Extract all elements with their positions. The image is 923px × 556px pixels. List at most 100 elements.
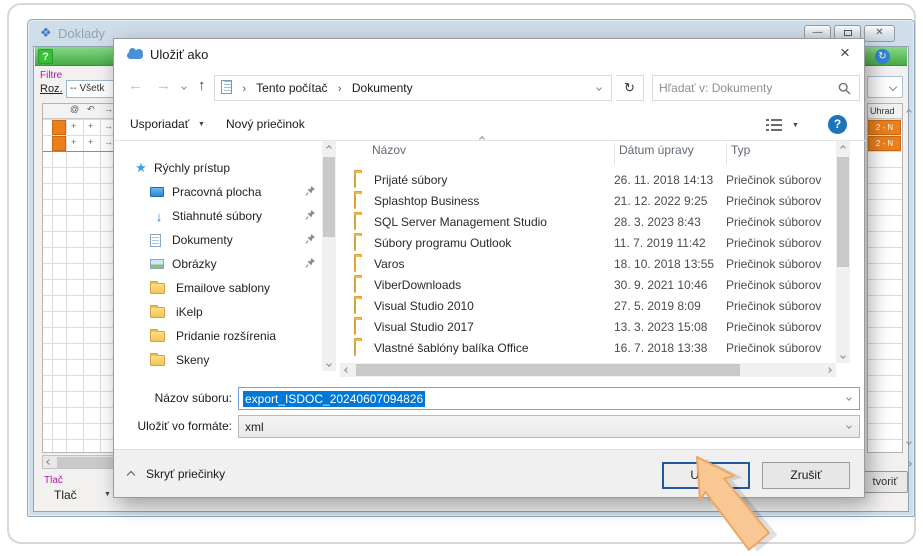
folder-icon bbox=[354, 214, 356, 230]
back-button[interactable]: ← bbox=[128, 77, 143, 94]
folder-icon bbox=[354, 235, 356, 251]
cancel-button[interactable]: Zrušiť bbox=[762, 462, 850, 489]
sidebar-item-label: iKelp bbox=[176, 305, 203, 319]
scroll-thumb[interactable] bbox=[356, 364, 740, 376]
scroll-thumb[interactable] bbox=[323, 157, 335, 237]
filename-input[interactable]: export_ISDOC_20240607094826 bbox=[238, 387, 860, 410]
file-row[interactable]: Visual Studio 2010 27. 5. 2019 8:09 Prie… bbox=[340, 295, 836, 316]
sidebar-item[interactable]: Pridanie rozšírenia bbox=[124, 325, 320, 347]
sidebar-item[interactable]: Skeny bbox=[124, 349, 320, 371]
print-group-label: Tlač bbox=[44, 475, 63, 486]
close-window-button[interactable]: ✕ bbox=[864, 25, 895, 42]
dialog-close-button[interactable]: × bbox=[828, 41, 862, 65]
file-type: Priečinok súborov bbox=[726, 236, 836, 250]
recent-locations-chevron[interactable] bbox=[181, 84, 187, 90]
pin-icon bbox=[305, 233, 316, 247]
sidebar-scrollbar[interactable] bbox=[322, 141, 336, 371]
scroll-thumb[interactable] bbox=[837, 157, 849, 267]
scroll-down-button[interactable] bbox=[836, 349, 850, 363]
file-type: Priečinok súborov bbox=[726, 341, 836, 355]
file-date: 21. 12. 2022 9:25 bbox=[614, 194, 726, 208]
sidebar-item-label: Pridanie rozšírenia bbox=[176, 329, 276, 343]
grid-cell-orange bbox=[52, 120, 66, 135]
folder-icon bbox=[354, 256, 356, 272]
scroll-up-button[interactable] bbox=[322, 141, 336, 155]
file-row[interactable]: Prijaté súbory 26. 11. 2018 14:13 Prieči… bbox=[340, 169, 836, 190]
file-list-vscrollbar[interactable] bbox=[836, 141, 850, 363]
help-button[interactable]: ? bbox=[828, 115, 847, 134]
column-header-name[interactable]: Názov bbox=[340, 143, 614, 165]
grid-cell-orange bbox=[52, 136, 66, 151]
column-header-date[interactable]: Dátum úpravy bbox=[614, 143, 726, 165]
hide-folders-button[interactable]: Skryť priečinky bbox=[146, 467, 225, 481]
up-button[interactable]: ↑ bbox=[198, 77, 206, 94]
sidebar-item[interactable]: Obrázky bbox=[124, 253, 320, 275]
sidebar-item-label: Rýchly prístup bbox=[154, 161, 230, 175]
scroll-down-button[interactable] bbox=[902, 435, 916, 449]
breadcrumb-current[interactable]: Dokumenty bbox=[352, 81, 413, 95]
refresh-button[interactable]: ↻ bbox=[616, 75, 644, 101]
file-row[interactable]: Splashtop Business 21. 12. 2022 9:25 Pri… bbox=[340, 190, 836, 211]
folder-icon bbox=[150, 355, 165, 366]
print-dropdown-icon[interactable]: ▼ bbox=[104, 491, 111, 498]
sidebar-item[interactable]: iKelp bbox=[124, 301, 320, 323]
forward-icon: → bbox=[104, 104, 113, 114]
save-button[interactable]: Uložiť bbox=[662, 462, 750, 489]
file-name: Prijaté súbory bbox=[374, 173, 614, 187]
forward-button[interactable]: → bbox=[156, 77, 171, 94]
format-dropdown-chevron[interactable] bbox=[846, 423, 852, 429]
search-icon[interactable] bbox=[838, 82, 851, 95]
print-button[interactable]: Tlač bbox=[54, 488, 77, 502]
file-date: 30. 9. 2021 10:46 bbox=[614, 278, 726, 292]
file-date: 27. 5. 2019 8:09 bbox=[614, 299, 726, 313]
open-button[interactable]: tvoriť bbox=[862, 471, 908, 493]
scroll-right-button[interactable] bbox=[902, 457, 916, 471]
folder-icon bbox=[354, 193, 356, 209]
format-combobox[interactable]: xml bbox=[238, 415, 860, 438]
file-list-hscrollbar[interactable] bbox=[340, 363, 836, 377]
right-combobox[interactable] bbox=[867, 76, 903, 98]
app-sync-icon[interactable]: ↻ bbox=[875, 49, 890, 64]
search-input[interactable] bbox=[659, 77, 835, 99]
file-row[interactable]: ViberDownloads 30. 9. 2021 10:46 Priečin… bbox=[340, 274, 836, 295]
organize-button[interactable]: Usporiadať bbox=[130, 117, 189, 131]
app-help-icon[interactable]: ? bbox=[38, 49, 53, 64]
scroll-down-button[interactable] bbox=[322, 357, 336, 371]
address-dropdown-chevron[interactable] bbox=[596, 85, 602, 91]
column-header-type[interactable]: Typ bbox=[726, 143, 836, 165]
sidebar-item[interactable]: Pracovná plocha bbox=[124, 181, 320, 203]
view-options-icon[interactable] bbox=[766, 119, 782, 131]
file-name: Súbory programu Outlook bbox=[374, 236, 614, 250]
uhrad-column-header[interactable]: Uhrad bbox=[868, 104, 902, 119]
file-name: Splashtop Business bbox=[374, 194, 614, 208]
app-hscrollbar[interactable] bbox=[42, 455, 120, 469]
folder-icon bbox=[354, 340, 356, 356]
address-bar[interactable]: › Tento počítač › Dokumenty bbox=[214, 75, 612, 101]
breadcrumb-root[interactable]: Tento počítač bbox=[256, 81, 327, 95]
sidebar-item[interactable]: Stiahnuté súbory bbox=[124, 205, 320, 227]
uhrad-cell: 2 - N bbox=[868, 136, 901, 151]
undo-icon: ↶ bbox=[87, 104, 95, 115]
file-row[interactable]: Vlastné šablóny balíka Office 16. 7. 201… bbox=[340, 337, 836, 358]
sidebar-item-label: Dokumenty bbox=[172, 233, 233, 247]
file-row[interactable]: Varos 18. 10. 2018 13:55 Priečinok súbor… bbox=[340, 253, 836, 274]
file-row[interactable]: Visual Studio 2017 13. 3. 2023 15:08 Pri… bbox=[340, 316, 836, 337]
maximize-icon bbox=[844, 30, 852, 36]
sidebar-item[interactable]: Dokumenty bbox=[124, 229, 320, 251]
scroll-right-button[interactable] bbox=[822, 363, 836, 377]
scroll-left-button[interactable] bbox=[340, 363, 354, 377]
file-row[interactable]: SQL Server Management Studio 28. 3. 2023… bbox=[340, 211, 836, 232]
scroll-thumb[interactable] bbox=[57, 457, 113, 468]
view-dropdown-icon[interactable]: ▼ bbox=[792, 122, 799, 129]
scroll-up-button[interactable] bbox=[836, 141, 850, 155]
grid-plus: + bbox=[88, 121, 93, 131]
sidebar-item[interactable]: Rýchly prístup bbox=[124, 157, 320, 179]
file-row[interactable]: Súbory programu Outlook 11. 7. 2019 11:4… bbox=[340, 232, 836, 253]
sidebar-item[interactable]: Emailove sablony bbox=[124, 277, 320, 299]
new-folder-button[interactable]: Nový priečinok bbox=[226, 117, 305, 131]
file-type: Priečinok súborov bbox=[726, 173, 836, 187]
scroll-up-button[interactable] bbox=[902, 105, 916, 119]
filename-dropdown-chevron[interactable] bbox=[846, 395, 852, 401]
sidebar-item-label: Emailove sablony bbox=[176, 281, 270, 295]
app-icon: ❖ bbox=[40, 25, 52, 41]
